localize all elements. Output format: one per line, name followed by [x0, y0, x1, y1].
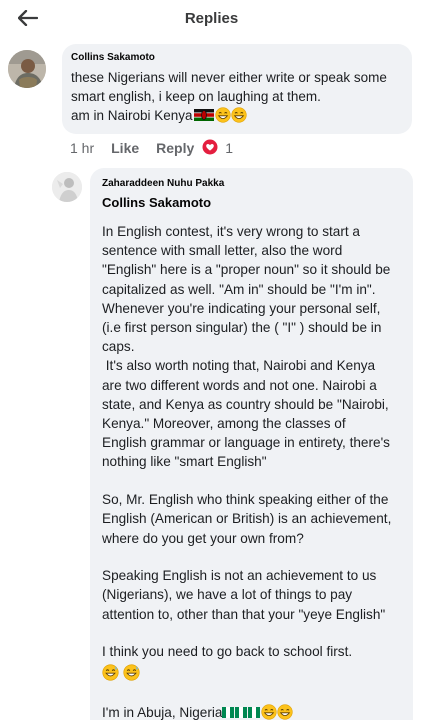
grinning-emoji-icon — [277, 704, 294, 720]
text-line: Whenever you're indicating your personal… — [102, 300, 381, 316]
grinning-emoji-icon — [214, 107, 231, 128]
nigeria-flag-icon — [235, 704, 248, 718]
like-button[interactable]: Like — [111, 140, 139, 156]
text-line: sentence with small letter, also the wor… — [102, 243, 343, 259]
text-line: attention to, other than that your "yeye… — [102, 606, 386, 622]
text-line: English (American or British) is an achi… — [102, 511, 392, 527]
text-line: I think you need to go back to school fi… — [102, 644, 353, 660]
avatar[interactable] — [8, 50, 46, 88]
text-line: So, Mr. English who think speaking eithe… — [102, 492, 389, 508]
text-line: where do you get your own from? — [102, 530, 304, 546]
comment-line: these Nigerians will never either write … — [71, 70, 387, 85]
reaction-count[interactable]: 1 — [225, 140, 233, 156]
comment-author[interactable]: Collins Sakamoto — [71, 52, 403, 63]
emoji-line — [102, 663, 403, 686]
text-line: state, and Kenya as country should be "N… — [102, 396, 389, 412]
reply-button[interactable]: Reply — [156, 140, 194, 156]
reply-author[interactable]: Zaharaddeen Nuhu Pakka — [102, 178, 403, 189]
reply-text: In English contest, it's very wrong to s… — [102, 222, 403, 720]
paragraph: I think you need to go back to school fi… — [102, 642, 403, 685]
comment-text: these Nigerians will never either write … — [71, 68, 403, 128]
love-reaction-icon[interactable] — [202, 139, 218, 158]
paragraph: In English contest, it's very wrong to s… — [102, 222, 403, 472]
avatar[interactable] — [52, 172, 82, 202]
text-line: It's also worth noting that, Nairobi and… — [102, 358, 376, 374]
comment-line: am in Nairobi Kenya — [71, 108, 193, 123]
comment-line: smart english, i keep on laughing at the… — [71, 89, 321, 104]
comment-actions: 1 hr Like Reply 1 — [70, 139, 233, 157]
paragraph: Speaking English is not an achievement t… — [102, 566, 403, 624]
text-line: (Nigerians), we have a lot of things to … — [102, 587, 353, 603]
nigeria-flag-icon — [248, 704, 261, 718]
page-title: Replies — [184, 10, 239, 27]
text-line: In English contest, it's very wrong to s… — [102, 224, 360, 239]
nigeria-flag-icon — [222, 704, 235, 718]
text-line: capitalized as well. "Am in" should be "… — [102, 281, 376, 297]
top-bar: Replies — [0, 0, 423, 38]
text-line: Kenya." Moreover, among the classes of — [102, 416, 346, 432]
reply-bubble: Zaharaddeen Nuhu Pakka Collins Sakamoto … — [90, 168, 413, 720]
comment-line-last: am in Nairobi Kenya — [71, 106, 403, 128]
text-line: caps. — [102, 339, 135, 355]
grinning-emoji-icon — [261, 704, 278, 720]
text-line: are two different words and not one. Nai… — [102, 377, 377, 393]
text-line: nothing like "smart English" — [102, 454, 267, 470]
comment-timestamp[interactable]: 1 hr — [70, 140, 94, 156]
mention-tag[interactable]: Collins Sakamoto — [102, 195, 403, 210]
comment-bubble: Collins Sakamoto these Nigerians will ne… — [62, 44, 412, 134]
text-line: English grammar or language in entirety,… — [102, 435, 390, 451]
text-line: Speaking English is not an achievement t… — [102, 568, 377, 584]
paragraph: So, Mr. English who think speaking eithe… — [102, 490, 403, 548]
kenya-flag-icon — [193, 107, 214, 121]
grinning-sweat-emoji-icon — [123, 663, 140, 686]
location-line: I'm in Abuja, Nigeria — [102, 703, 403, 720]
text-line: I'm in Abuja, Nigeria — [102, 704, 223, 720]
text-line: (i.e first person singular) the ( "I" ) … — [102, 320, 382, 336]
grinning-emoji-icon — [230, 107, 247, 128]
paragraph: I'm in Abuja, Nigeria — [102, 703, 403, 720]
grinning-sweat-emoji-icon — [102, 663, 119, 686]
text-line: "English" here is a "proper noun" so it … — [102, 262, 391, 278]
